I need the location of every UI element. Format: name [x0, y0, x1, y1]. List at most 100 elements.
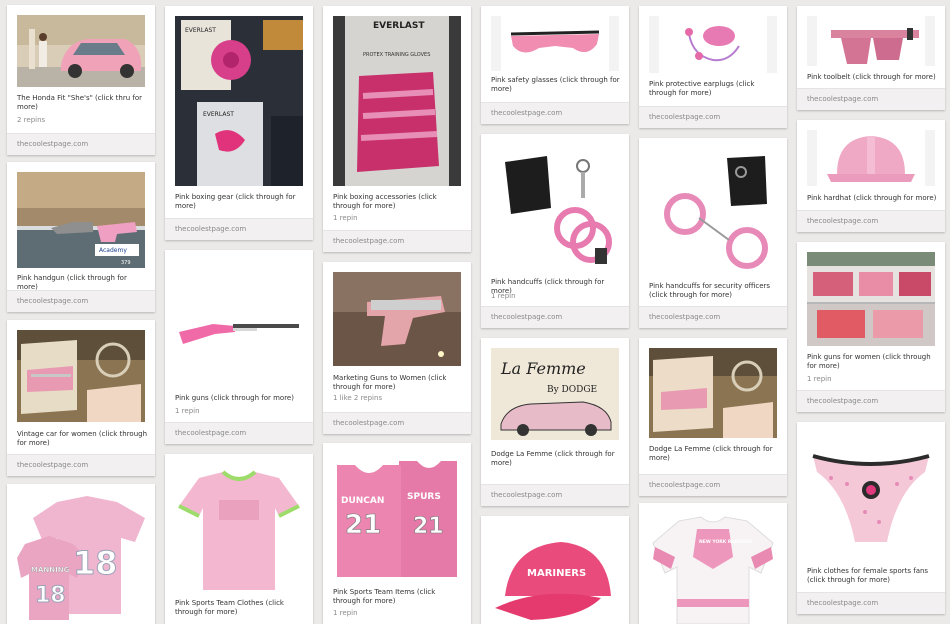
- spurs-team-text: SPURS: [407, 492, 441, 502]
- pin-image[interactable]: 18 MANNING 18: [17, 494, 145, 620]
- pin-caption: Pink boxing gear (click through for more…: [175, 193, 296, 210]
- by-dodge-text: By DODGE: [547, 385, 597, 395]
- pin-caption: Pink Sports Team Items (click through fo…: [333, 588, 436, 605]
- pin-image[interactable]: [491, 16, 619, 71]
- pin-caption: Pink Sports Team Clothes (click through …: [175, 599, 284, 616]
- pin-guns[interactable]: Pink guns (click through for more) 1 rep…: [165, 250, 313, 444]
- pin-caption: Pink clothes for female sports fans (cli…: [807, 567, 929, 584]
- pin-image[interactable]: [17, 15, 145, 87]
- pin-source[interactable]: thecoolestpage.com: [481, 306, 629, 328]
- pin-meta: 1 repin: [491, 292, 516, 300]
- pin-honda[interactable]: The Honda Fit "She's" (click thru for mo…: [7, 5, 155, 155]
- pin-jersey-18[interactable]: 18 MANNING 18: [7, 484, 155, 624]
- jersey-number-text: 18: [73, 544, 118, 582]
- pin-image[interactable]: EVERLAST EVERLAST: [175, 16, 303, 186]
- pin-image[interactable]: [649, 16, 777, 73]
- price-text: 379: [121, 260, 131, 266]
- pin-caption: The Honda Fit "She's" (click thru for mo…: [17, 94, 142, 111]
- pin-cap[interactable]: MARINERS: [481, 516, 629, 624]
- everlast-text-3: EVERLAST: [373, 21, 425, 31]
- pin-source[interactable]: thecoolestpage.com: [165, 218, 313, 240]
- pin-boxing-gear[interactable]: EVERLAST EVERLAST Pink boxing gear (clic…: [165, 6, 313, 240]
- pin-meta: 2 repins: [17, 116, 46, 124]
- pin-source[interactable]: thecoolestpage.com: [639, 306, 787, 328]
- pin-hardhat[interactable]: Pink hardhat (click through for more) th…: [797, 120, 945, 232]
- pin-caption: Pink protective earplugs (click through …: [649, 80, 755, 97]
- rangers-text: NEW YORK RANGERS: [699, 539, 752, 545]
- jersey-number-small-text: 18: [35, 583, 66, 608]
- pin-source[interactable]: thecoolestpage.com: [639, 106, 787, 128]
- pin-vintage-car[interactable]: Vintage car for women (click through for…: [7, 320, 155, 476]
- pin-image[interactable]: [17, 330, 145, 422]
- pin-image[interactable]: [175, 464, 303, 594]
- pin-caption: Pink safety glasses (click through for m…: [491, 76, 620, 93]
- pin-source[interactable]: thecoolestpage.com: [323, 230, 471, 252]
- pin-source[interactable]: thecoolestpage.com: [797, 88, 945, 110]
- pin-earplugs[interactable]: Pink protective earplugs (click through …: [639, 6, 787, 128]
- pin-image[interactable]: [807, 432, 935, 558]
- pin-caption: Pink guns for women (click through for m…: [807, 353, 931, 370]
- everlast-text: EVERLAST: [185, 27, 216, 34]
- pin-meta: 1 repin: [175, 407, 200, 415]
- pin-caption: Pink toolbelt (click through for more): [807, 73, 936, 81]
- pin-underwear[interactable]: Pink clothes for female sports fans (cli…: [797, 422, 945, 614]
- training-gloves-text: PROTEX TRAINING GLOVES: [363, 52, 430, 58]
- pin-handcuffs[interactable]: Pink handcuffs (click through for more) …: [481, 134, 629, 328]
- pin-image[interactable]: Academy 379: [17, 172, 145, 268]
- pin-caption: Pink guns (click through for more): [175, 394, 294, 402]
- pin-image[interactable]: EVERLAST PROTEX TRAINING GLOVES: [333, 16, 461, 186]
- pin-boxing-acc[interactable]: EVERLAST PROTEX TRAINING GLOVES Pink box…: [323, 6, 471, 252]
- pin-caption: Dodge La Femme (click through for more): [491, 450, 615, 467]
- jersey-name-text: MANNING: [31, 566, 70, 574]
- pin-source[interactable]: thecoolestpage.com: [797, 592, 945, 614]
- pin-image[interactable]: DUNCAN 21 SPURS 21: [333, 453, 461, 579]
- pin-source[interactable]: thecoolestpage.com: [797, 390, 945, 412]
- pin-handgun[interactable]: Academy 379 Pink handgun (click through …: [7, 162, 155, 312]
- pin-glasses[interactable]: Pink safety glasses (click through for m…: [481, 6, 629, 124]
- pin-guns-women[interactable]: Pink guns for women (click through for m…: [797, 242, 945, 412]
- pin-source[interactable]: thecoolestpage.com: [7, 454, 155, 476]
- spurs-name-text: DUNCAN: [341, 496, 384, 506]
- pin-image[interactable]: [807, 130, 935, 186]
- pin-image[interactable]: [649, 148, 777, 278]
- pin-caption: Pink handcuffs for security officers (cl…: [649, 282, 771, 299]
- spurs-number-text: 21: [345, 510, 381, 540]
- pin-sports-tee[interactable]: Pink Sports Team Clothes (click through …: [165, 454, 313, 624]
- pin-source[interactable]: thecoolestpage.com: [481, 484, 629, 506]
- la-femme-text: La Femme: [500, 359, 586, 378]
- pin-image[interactable]: [807, 252, 935, 346]
- pin-meta: 1 like 2 repins: [333, 394, 383, 402]
- pin-toolbelt[interactable]: Pink toolbelt (click through for more) t…: [797, 6, 945, 110]
- mariners-text: MARINERS: [527, 568, 586, 579]
- pin-meta: 1 repin: [807, 375, 832, 383]
- pin-image[interactable]: [175, 260, 303, 390]
- pin-marketing-guns[interactable]: Marketing Guns to Women (click through f…: [323, 262, 471, 434]
- pin-image[interactable]: [491, 144, 619, 270]
- pin-image[interactable]: [807, 16, 935, 66]
- pin-dodge[interactable]: La Femme By DODGE Dodge La Femme (click …: [481, 338, 629, 506]
- everlast-text-2: EVERLAST: [203, 111, 234, 118]
- pin-source[interactable]: thecoolestpage.com: [7, 133, 155, 155]
- pin-hockey[interactable]: NEW YORK RANGERS: [639, 503, 787, 624]
- pin-image[interactable]: [333, 272, 461, 366]
- pin-handcuffs-officers[interactable]: Pink handcuffs for security officers (cl…: [639, 138, 787, 328]
- pin-caption: Pink hardhat (click through for more): [807, 194, 937, 202]
- pin-image[interactable]: NEW YORK RANGERS: [649, 513, 777, 624]
- pin-image[interactable]: [649, 348, 777, 438]
- pin-source[interactable]: thecoolestpage.com: [639, 474, 787, 496]
- pin-source[interactable]: thecoolestpage.com: [165, 422, 313, 444]
- spurs-number-text-2: 21: [413, 514, 444, 539]
- pin-image[interactable]: La Femme By DODGE: [491, 348, 619, 440]
- pin-source[interactable]: thecoolestpage.com: [481, 102, 629, 124]
- pin-dodge-2[interactable]: Dodge La Femme (click through for more) …: [639, 338, 787, 496]
- pin-meta: 1 repin: [333, 214, 358, 222]
- pin-meta: 1 repin: [333, 609, 358, 617]
- pin-source[interactable]: thecoolestpage.com: [797, 210, 945, 232]
- pin-image[interactable]: MARINERS: [491, 526, 619, 624]
- pin-caption: Marketing Guns to Women (click through f…: [333, 374, 447, 391]
- pin-source[interactable]: thecoolestpage.com: [7, 290, 155, 312]
- pin-source[interactable]: thecoolestpage.com: [323, 412, 471, 434]
- pin-spurs[interactable]: DUNCAN 21 SPURS 21 Pink Sports Team Item…: [323, 443, 471, 624]
- pin-caption: Dodge La Femme (click through for more): [649, 445, 773, 462]
- pin-caption: Vintage car for women (click through for…: [17, 430, 148, 447]
